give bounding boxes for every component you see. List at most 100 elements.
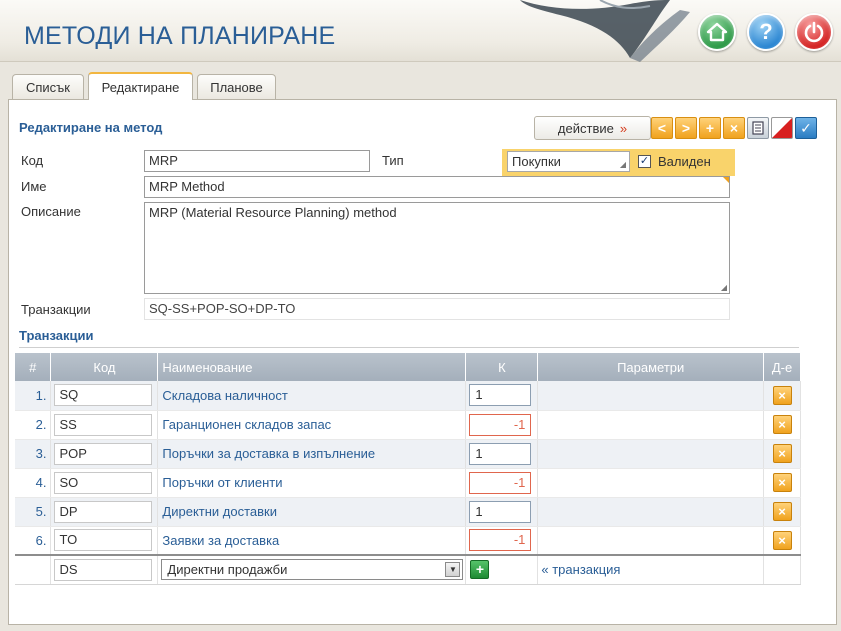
- row-k-input[interactable]: 1: [469, 442, 532, 465]
- valid-label: Валиден: [658, 154, 711, 169]
- row-name: Директни доставки: [157, 497, 467, 527]
- code-field[interactable]: MRP: [144, 150, 370, 172]
- description-text: MRP (Material Resource Planning) method: [149, 205, 397, 220]
- code-label: Код: [21, 153, 44, 168]
- row-delete-button[interactable]: ×: [772, 415, 792, 434]
- save-button[interactable]: ✓: [795, 117, 817, 139]
- row-k-input[interactable]: -1: [469, 529, 532, 552]
- row-k-input[interactable]: -1: [469, 413, 532, 436]
- transactions-table: # Код Наименование К Параметри Д-е 1. SQ…: [15, 353, 801, 585]
- delete-icon: ×: [778, 446, 786, 461]
- row-parameters: [537, 526, 764, 556]
- action-button[interactable]: действие »: [534, 116, 651, 140]
- delete-icon: ×: [778, 504, 786, 519]
- delete-icon: ×: [778, 475, 786, 490]
- description-label: Описание: [21, 204, 81, 219]
- row-code-input[interactable]: TO: [54, 529, 153, 552]
- row-name: Заявки за доставка: [157, 526, 467, 556]
- add-icon: +: [475, 561, 484, 578]
- row-k-input[interactable]: 1: [469, 384, 532, 407]
- save-icon: ✓: [800, 119, 812, 136]
- power-icon: [804, 21, 824, 43]
- bird-logo: [520, 0, 690, 62]
- transactions-title: Транзакции: [19, 328, 94, 343]
- name-field[interactable]: MRP Method: [144, 176, 730, 198]
- col-name: Наименование: [157, 353, 467, 381]
- col-parameters: Параметри: [537, 353, 764, 381]
- type-select[interactable]: Покупки ◢: [507, 151, 630, 172]
- prev-icon: <: [657, 120, 667, 136]
- divider: [19, 347, 799, 348]
- row-k-input[interactable]: -1: [469, 471, 532, 494]
- delete-button[interactable]: ×: [723, 117, 745, 139]
- add-button[interactable]: +: [699, 117, 721, 139]
- row-code-input[interactable]: POP: [54, 442, 153, 465]
- type-value: Покупки: [512, 154, 561, 169]
- logout-button[interactable]: [795, 13, 833, 51]
- table-row: 1. SQ Складова наличност 1 ×: [15, 381, 801, 411]
- row-delete-button[interactable]: ×: [772, 502, 792, 521]
- row-name: Поръчки от клиенти: [157, 468, 467, 498]
- row-parameters: [537, 410, 764, 440]
- row-name: Поръчки за доставка в изпълнение: [157, 439, 467, 469]
- row-k-input[interactable]: 1: [469, 500, 532, 523]
- row-code-input[interactable]: DP: [54, 500, 153, 523]
- delete-icon: ×: [729, 120, 739, 136]
- row-number: [15, 554, 52, 585]
- row-name: Гаранционен складов запас: [157, 410, 467, 440]
- row-code-input[interactable]: SO: [54, 471, 153, 494]
- description-field[interactable]: MRP (Material Resource Planning) method …: [144, 202, 730, 294]
- section-title: Редактиране на метод: [19, 120, 163, 135]
- next-button[interactable]: >: [675, 117, 697, 139]
- tab-plans[interactable]: Планове: [197, 74, 276, 99]
- name-label: Име: [21, 179, 47, 194]
- add-transaction-button[interactable]: +: [470, 560, 490, 580]
- print-icon: [752, 121, 764, 135]
- add-transaction-link[interactable]: « транзакция: [537, 554, 764, 585]
- row-delete-button[interactable]: ×: [772, 385, 792, 405]
- table-row: 3. POP Поръчки за доставка в изпълнение …: [15, 439, 801, 469]
- table-row: 5. DP Директни доставки 1 ×: [15, 497, 801, 527]
- new-name-value: Директни продажби: [167, 562, 288, 578]
- row-number: 3.: [15, 439, 52, 469]
- delete-icon: ×: [778, 532, 786, 548]
- row-parameters: [537, 497, 764, 527]
- cancel-button[interactable]: [771, 117, 793, 139]
- help-icon: ?: [759, 19, 773, 44]
- row-parameters: [537, 381, 764, 411]
- row-delete-empty: [763, 554, 801, 585]
- new-name-select[interactable]: Директни продажби ▼: [161, 559, 464, 581]
- add-icon: +: [705, 120, 715, 136]
- row-parameters: [537, 468, 764, 498]
- row-number: 5.: [15, 497, 52, 527]
- valid-checkbox[interactable]: ✓: [638, 155, 651, 168]
- col-delete: Д-е: [763, 353, 801, 381]
- next-icon: >: [681, 120, 691, 136]
- resize-grip-icon: ◢: [720, 283, 727, 292]
- row-delete-button[interactable]: ×: [772, 473, 792, 492]
- row-delete-button[interactable]: ×: [772, 530, 792, 550]
- row-number: 4.: [15, 468, 52, 498]
- table-header: # Код Наименование К Параметри Д-е: [15, 353, 801, 381]
- print-button[interactable]: [747, 117, 769, 139]
- row-name: Складова наличност: [157, 381, 467, 411]
- tab-edit[interactable]: Редактиране: [88, 72, 193, 100]
- col-number: #: [15, 353, 52, 381]
- row-code-input[interactable]: SS: [54, 413, 153, 436]
- tab-list[interactable]: Списък: [12, 74, 84, 99]
- prev-button[interactable]: <: [651, 117, 673, 139]
- row-code-input[interactable]: SQ: [54, 384, 153, 407]
- resize-grip-icon: ◢: [619, 160, 626, 169]
- edit-panel: Редактиране на метод действие » < > + × …: [8, 99, 837, 625]
- transactions-formula: SQ-SS+POP-SO+DP-TO: [144, 298, 730, 320]
- home-button[interactable]: [698, 13, 736, 51]
- table-row: 4. SO Поръчки от клиенти -1 ×: [15, 468, 801, 498]
- row-delete-button[interactable]: ×: [772, 444, 792, 463]
- chevron-down-icon: ▼: [445, 562, 461, 578]
- help-button[interactable]: ?: [747, 13, 785, 51]
- col-k: К: [465, 353, 539, 381]
- transactions-label: Транзакции: [21, 302, 91, 317]
- new-code-input[interactable]: DS: [54, 558, 153, 581]
- delete-icon: ×: [778, 387, 786, 403]
- type-label: Тип: [382, 153, 404, 168]
